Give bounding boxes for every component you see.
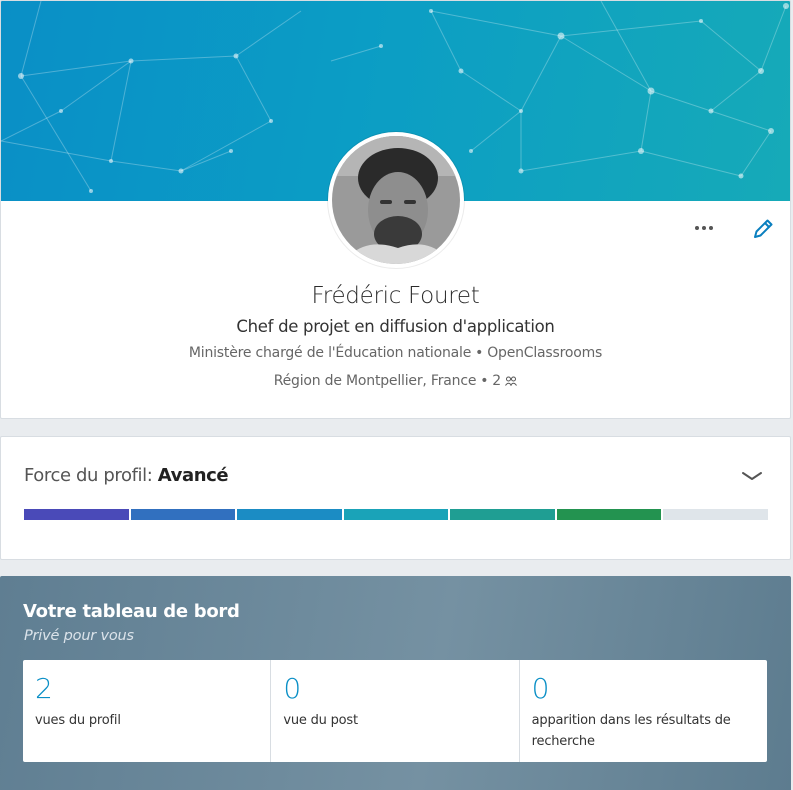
connections-count: 2 bbox=[492, 373, 502, 389]
strength-segment-filled bbox=[24, 509, 129, 520]
employer-link[interactable]: Ministère chargé de l'Éducation national… bbox=[189, 345, 471, 361]
profile-experience: Ministère chargé de l'Éducation national… bbox=[1, 345, 790, 361]
strength-segment-filled bbox=[450, 509, 555, 520]
profile-location-line: Région de Montpellier, France • 2 bbox=[1, 373, 790, 389]
stat-value: 0 bbox=[283, 672, 302, 705]
more-dot bbox=[702, 226, 706, 230]
separator: • bbox=[475, 345, 484, 361]
avatar-photo bbox=[332, 136, 460, 264]
profile-strength-title: Force du profil: Avancé bbox=[24, 465, 229, 486]
stat-label: apparition dans les résultats de recherc… bbox=[531, 713, 731, 749]
dashboard-title: Votre tableau de bord bbox=[23, 601, 240, 622]
strength-segment-filled bbox=[130, 509, 236, 520]
profile-card: Frédéric Fouret Chef de projet en diffus… bbox=[0, 0, 791, 419]
stat-search-appearances[interactable]: 0 apparition dans les résultats de reche… bbox=[520, 660, 767, 762]
stat-value: 0 bbox=[531, 672, 550, 705]
expand-strength-button[interactable] bbox=[739, 467, 765, 485]
profile-name: Frédéric Fouret bbox=[311, 283, 480, 309]
strength-segment-filled bbox=[237, 509, 342, 520]
pencil-icon bbox=[754, 219, 773, 238]
chevron-down-icon bbox=[742, 472, 762, 480]
more-dot bbox=[709, 226, 713, 230]
stat-label: vue du post bbox=[283, 713, 358, 728]
strength-segment-filled bbox=[556, 509, 662, 520]
more-options-button[interactable] bbox=[689, 213, 719, 243]
profile-strength-card: Force du profil: Avancé bbox=[0, 436, 791, 560]
people-icon bbox=[505, 376, 518, 386]
stat-profile-views[interactable]: 2 vues du profil bbox=[23, 660, 272, 762]
strength-level: Avancé bbox=[157, 465, 229, 486]
strength-label: Force du profil: bbox=[24, 465, 153, 486]
profile-strength-meter bbox=[24, 509, 769, 520]
profile-headline: Chef de projet en diffusion d'applicatio… bbox=[236, 317, 555, 336]
location-text: Région de Montpellier, France bbox=[273, 373, 477, 389]
dashboard-card: Votre tableau de bord Privé pour vous 2 … bbox=[0, 576, 791, 790]
strength-segment-filled bbox=[343, 509, 449, 520]
more-dots-icon bbox=[695, 226, 699, 230]
profile-avatar[interactable] bbox=[328, 132, 464, 268]
dashboard-subtitle: Privé pour vous bbox=[24, 628, 134, 644]
school-link[interactable]: OpenClassrooms bbox=[487, 345, 602, 361]
connections-link[interactable]: 2 bbox=[492, 373, 518, 389]
strength-segment-empty bbox=[663, 509, 769, 520]
separator: • bbox=[480, 373, 489, 389]
dashboard-stats: 2 vues du profil 0 vue du post 0 apparit… bbox=[23, 660, 767, 762]
edit-profile-button[interactable] bbox=[749, 215, 777, 243]
stat-post-views[interactable]: 0 vue du post bbox=[271, 660, 520, 762]
stat-label: vues du profil bbox=[35, 713, 121, 728]
stat-value: 2 bbox=[35, 672, 53, 705]
